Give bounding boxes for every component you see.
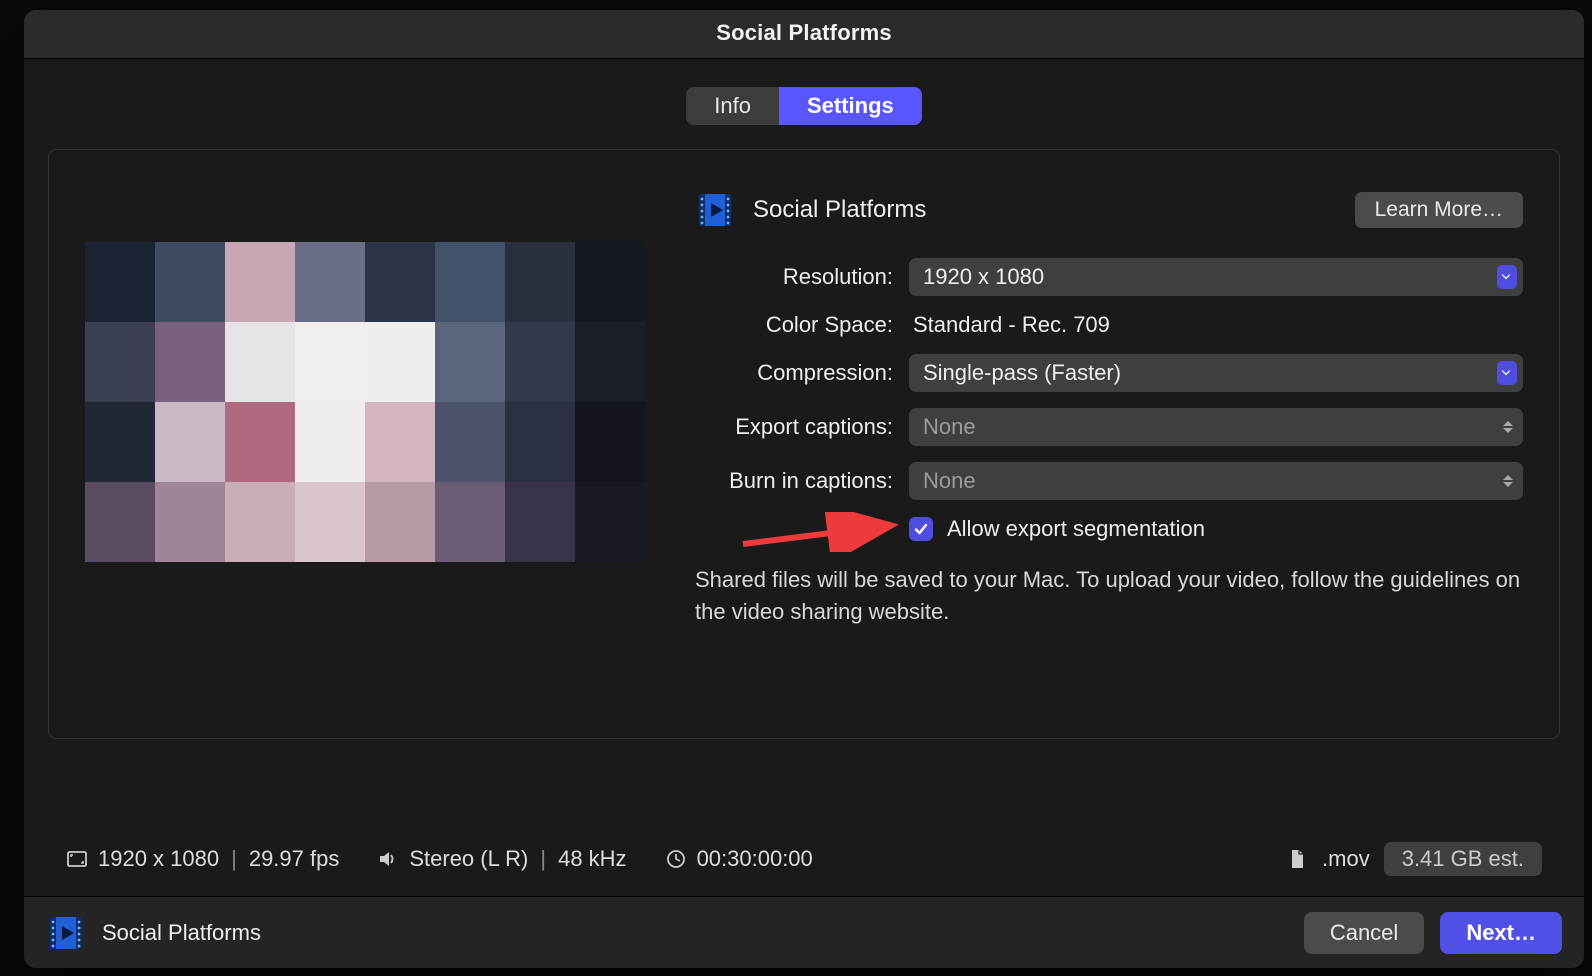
footer-destination-name: Social Platforms [102, 920, 261, 946]
stat-fps: 29.97 fps [249, 846, 340, 872]
next-button[interactable]: Next… [1440, 912, 1562, 954]
settings-column: Social Platforms Learn More… Resolution:… [695, 190, 1523, 628]
burnin-captions-picker[interactable]: None [909, 462, 1523, 500]
tab-row: Info Settings [48, 87, 1560, 125]
export-captions-label: Export captions: [695, 414, 893, 440]
export-captions-picker[interactable]: None [909, 408, 1523, 446]
tab-settings[interactable]: Settings [779, 87, 922, 125]
video-file-icon [695, 190, 735, 230]
export-captions-value: None [923, 414, 976, 440]
footer-bar: Social Platforms Cancel Next… [24, 896, 1584, 968]
destination-row: Social Platforms Learn More… [695, 190, 1523, 230]
stat-dimensions: 1920 x 1080 [98, 846, 219, 872]
resolution-label: Resolution: [695, 264, 893, 290]
stat-sample-rate: 48 kHz [558, 846, 626, 872]
stats-bar: 1920 x 1080 | 29.97 fps Stereo (L R) | 4… [48, 832, 1560, 886]
allow-segmentation-row: Allow export segmentation [909, 516, 1523, 542]
burnin-captions-label: Burn in captions: [695, 468, 893, 494]
preview-column [85, 190, 645, 628]
destination-name: Social Platforms [753, 196, 926, 224]
help-text: Shared files will be saved to your Mac. … [695, 564, 1523, 628]
sheet-header: Social Platforms [24, 10, 1584, 59]
compression-picker[interactable]: Single-pass (Faster) [909, 354, 1523, 392]
cancel-button[interactable]: Cancel [1304, 912, 1424, 954]
allow-segmentation-label: Allow export segmentation [947, 516, 1205, 542]
stat-extension: .mov [1322, 846, 1370, 872]
resolution-value: 1920 x 1080 [923, 264, 1044, 290]
arrow-annotation-icon [739, 512, 899, 552]
compression-label: Compression: [695, 360, 893, 386]
clock-icon [665, 848, 687, 870]
video-file-icon [46, 913, 86, 953]
learn-more-button[interactable]: Learn More… [1355, 192, 1523, 228]
burnin-captions-row: Burn in captions: None [695, 462, 1523, 500]
sheet-title: Social Platforms [24, 20, 1584, 46]
colorspace-value: Standard - Rec. 709 [909, 312, 1110, 338]
stat-size-estimate: 3.41 GB est. [1384, 842, 1542, 876]
share-sheet: Social Platforms Info Settings [24, 10, 1584, 968]
separator: | [229, 846, 239, 872]
colorspace-row: Color Space: Standard - Rec. 709 [695, 312, 1523, 338]
frame-size-icon [66, 848, 88, 870]
chevron-updown-icon [1503, 421, 1513, 433]
video-thumbnail [85, 242, 645, 562]
tab-info[interactable]: Info [686, 87, 779, 125]
export-captions-row: Export captions: None [695, 408, 1523, 446]
stat-duration: 00:30:00:00 [697, 846, 813, 872]
resolution-picker[interactable]: 1920 x 1080 [909, 258, 1523, 296]
resolution-row: Resolution: 1920 x 1080 [695, 258, 1523, 296]
separator: | [538, 846, 548, 872]
colorspace-label: Color Space: [695, 312, 893, 338]
compression-value: Single-pass (Faster) [923, 360, 1121, 386]
chevron-updown-icon [1503, 475, 1513, 487]
burnin-captions-value: None [923, 468, 976, 494]
speaker-icon [377, 848, 399, 870]
compression-row: Compression: Single-pass (Faster) [695, 354, 1523, 392]
tab-segmented-control: Info Settings [686, 87, 922, 125]
sheet-body: Info Settings [24, 59, 1584, 968]
settings-panel: Social Platforms Learn More… Resolution:… [48, 149, 1560, 739]
stat-audio: Stereo (L R) [409, 846, 528, 872]
file-icon [1286, 848, 1308, 870]
allow-segmentation-checkbox[interactable] [909, 517, 933, 541]
